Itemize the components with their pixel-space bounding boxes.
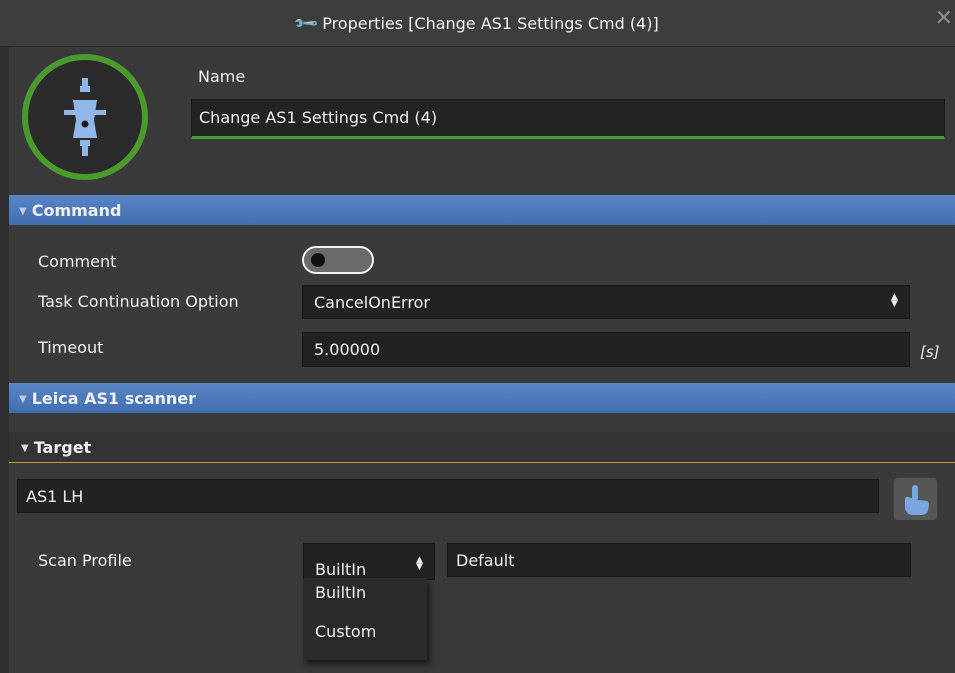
timeout-input[interactable]: 5.00000	[302, 332, 910, 367]
toggle-knob	[311, 253, 325, 267]
task-continuation-label: Task Continuation Option	[38, 292, 239, 311]
scan-profile-name-value: Default	[456, 551, 515, 570]
target-input[interactable]: AS1 LH	[17, 479, 879, 513]
section-command-label: Command	[31, 201, 122, 220]
scan-profile-dropdown: BuiltIn Custom	[303, 578, 427, 660]
comment-label: Comment	[38, 252, 117, 271]
comment-toggle[interactable]	[302, 246, 374, 274]
dropdown-option-custom[interactable]: Custom	[315, 622, 376, 641]
spinner-arrows-icon: ▲ ▼	[891, 292, 898, 309]
target-value: AS1 LH	[26, 487, 84, 506]
timeout-unit: [s]	[920, 343, 940, 361]
left-edge	[0, 46, 9, 673]
task-continuation-value: CancelOnError	[314, 293, 430, 312]
section-command[interactable]: ▼ Command	[9, 195, 955, 225]
scan-profile-type-select[interactable]: BuiltIn ▲ ▼	[303, 543, 435, 580]
close-icon[interactable]: ✕	[935, 6, 953, 31]
dropdown-option-builtin[interactable]: BuiltIn	[315, 583, 366, 602]
collapse-triangle-icon: ▼	[19, 206, 27, 217]
target-header-label: Target	[33, 438, 92, 457]
name-label: Name	[198, 67, 246, 86]
collapse-triangle-icon: ▼	[19, 394, 27, 405]
section-leica[interactable]: ▼ Leica AS1 scanner	[9, 383, 955, 413]
section-leica-label: Leica AS1 scanner	[31, 389, 197, 408]
wrench-icon: 🔧	[292, 9, 321, 37]
scan-profile-type-value: BuiltIn	[315, 560, 367, 579]
timeout-label: Timeout	[38, 338, 104, 357]
task-continuation-select[interactable]: CancelOnError ▲ ▼	[302, 285, 910, 319]
collapse-triangle-icon: ▼	[21, 443, 29, 454]
spinner-arrows-icon: ▲ ▼	[416, 555, 423, 572]
target-header[interactable]: ▼ Target	[9, 432, 955, 463]
hand-pointer-icon	[905, 485, 929, 515]
timeout-value: 5.00000	[314, 340, 381, 359]
conveyor-command-icon	[64, 78, 106, 156]
title-wrap: 🔧 Properties [Change AS1 Settings Cmd (4…	[0, 0, 955, 46]
command-icon-badge	[22, 54, 148, 180]
scan-profile-name-input[interactable]: Default	[447, 543, 911, 577]
scan-profile-label: Scan Profile	[38, 551, 132, 570]
window-title: Properties [Change AS1 Settings Cmd (4)]	[322, 13, 659, 33]
name-input[interactable]: Change AS1 Settings Cmd (4)	[191, 99, 945, 139]
pick-target-button[interactable]	[893, 477, 938, 521]
